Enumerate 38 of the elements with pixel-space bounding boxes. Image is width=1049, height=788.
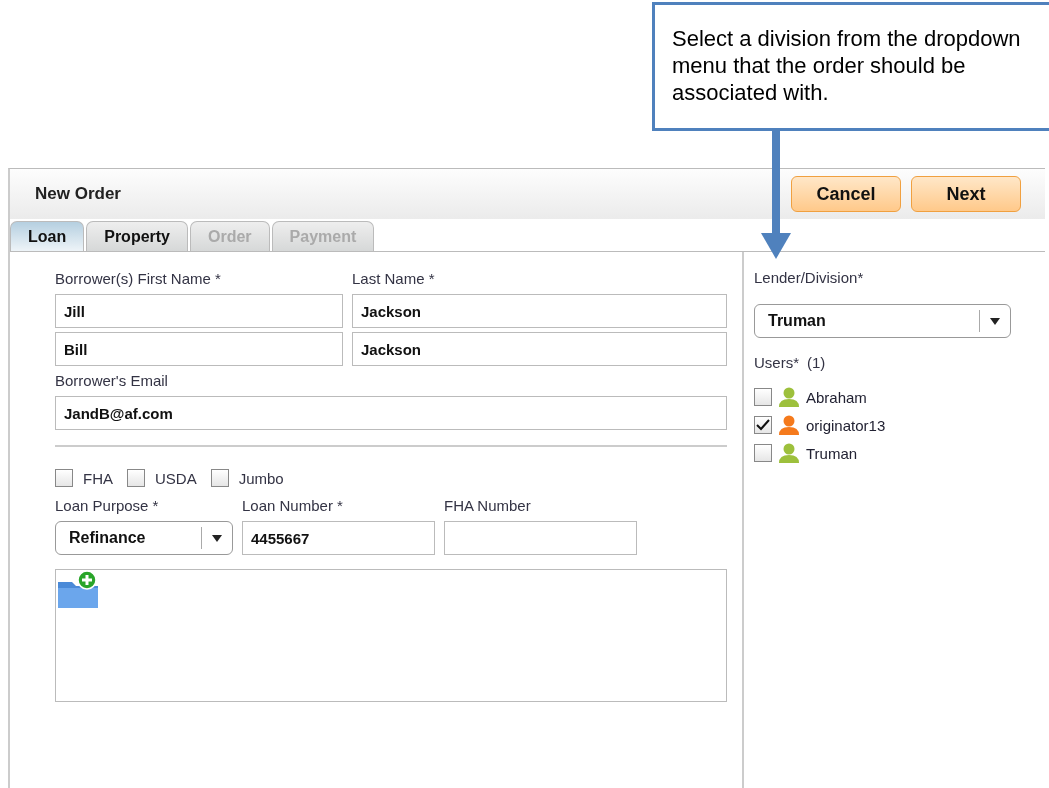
tab[interactable]: Loan bbox=[10, 221, 85, 251]
loan-purpose-dropdown[interactable]: Refinance bbox=[55, 521, 233, 555]
input-field[interactable]: JandB@af.com bbox=[55, 396, 727, 430]
input-field[interactable]: Jackson bbox=[352, 294, 727, 328]
dialog-button[interactable]: Next bbox=[911, 176, 1021, 212]
checkbox-label: USDA bbox=[155, 469, 197, 487]
dialog-button[interactable]: Cancel bbox=[791, 176, 901, 212]
callout-box: Select a division from the dropdown menu that the order should be associated with. bbox=[652, 2, 1049, 131]
window-title: New Order bbox=[35, 184, 121, 204]
input-field[interactable]: Jackson bbox=[352, 332, 727, 366]
input-field[interactable]: Jill bbox=[55, 294, 343, 328]
field-label: Borrower's Email bbox=[55, 371, 168, 389]
user-name: Truman bbox=[806, 444, 858, 462]
field-label: FHA Number bbox=[444, 496, 531, 514]
input-field[interactable] bbox=[444, 521, 637, 555]
input-field[interactable]: Bill bbox=[55, 332, 343, 366]
checkbox[interactable] bbox=[754, 416, 772, 434]
field-label: Loan Number * bbox=[242, 496, 344, 514]
checkbox[interactable] bbox=[210, 469, 229, 487]
tab[interactable]: Property bbox=[86, 221, 188, 251]
caret-icon bbox=[212, 534, 222, 542]
caret-icon bbox=[990, 317, 1000, 325]
field-label: Lender/Division* bbox=[754, 267, 865, 288]
field-label: Loan Purpose * bbox=[55, 496, 160, 514]
checkbox[interactable] bbox=[55, 469, 73, 487]
user-name: originator13 bbox=[806, 416, 886, 434]
checkbox[interactable] bbox=[127, 469, 145, 487]
checkbox[interactable] bbox=[754, 444, 772, 462]
checkbox[interactable] bbox=[754, 388, 772, 406]
lender-dropdown[interactable]: Truman bbox=[754, 304, 1011, 338]
user-count: (1) bbox=[807, 353, 826, 371]
checkbox-label: Jumbo bbox=[238, 469, 284, 487]
field-label: Last Name * bbox=[352, 269, 435, 287]
checkbox-label: FHA bbox=[83, 469, 113, 487]
user-name: Abraham bbox=[806, 388, 867, 406]
field-label: Borrower(s) First Name * bbox=[55, 269, 222, 287]
input-field[interactable]: 4455667 bbox=[242, 521, 435, 555]
users-label: Users* bbox=[754, 353, 799, 371]
